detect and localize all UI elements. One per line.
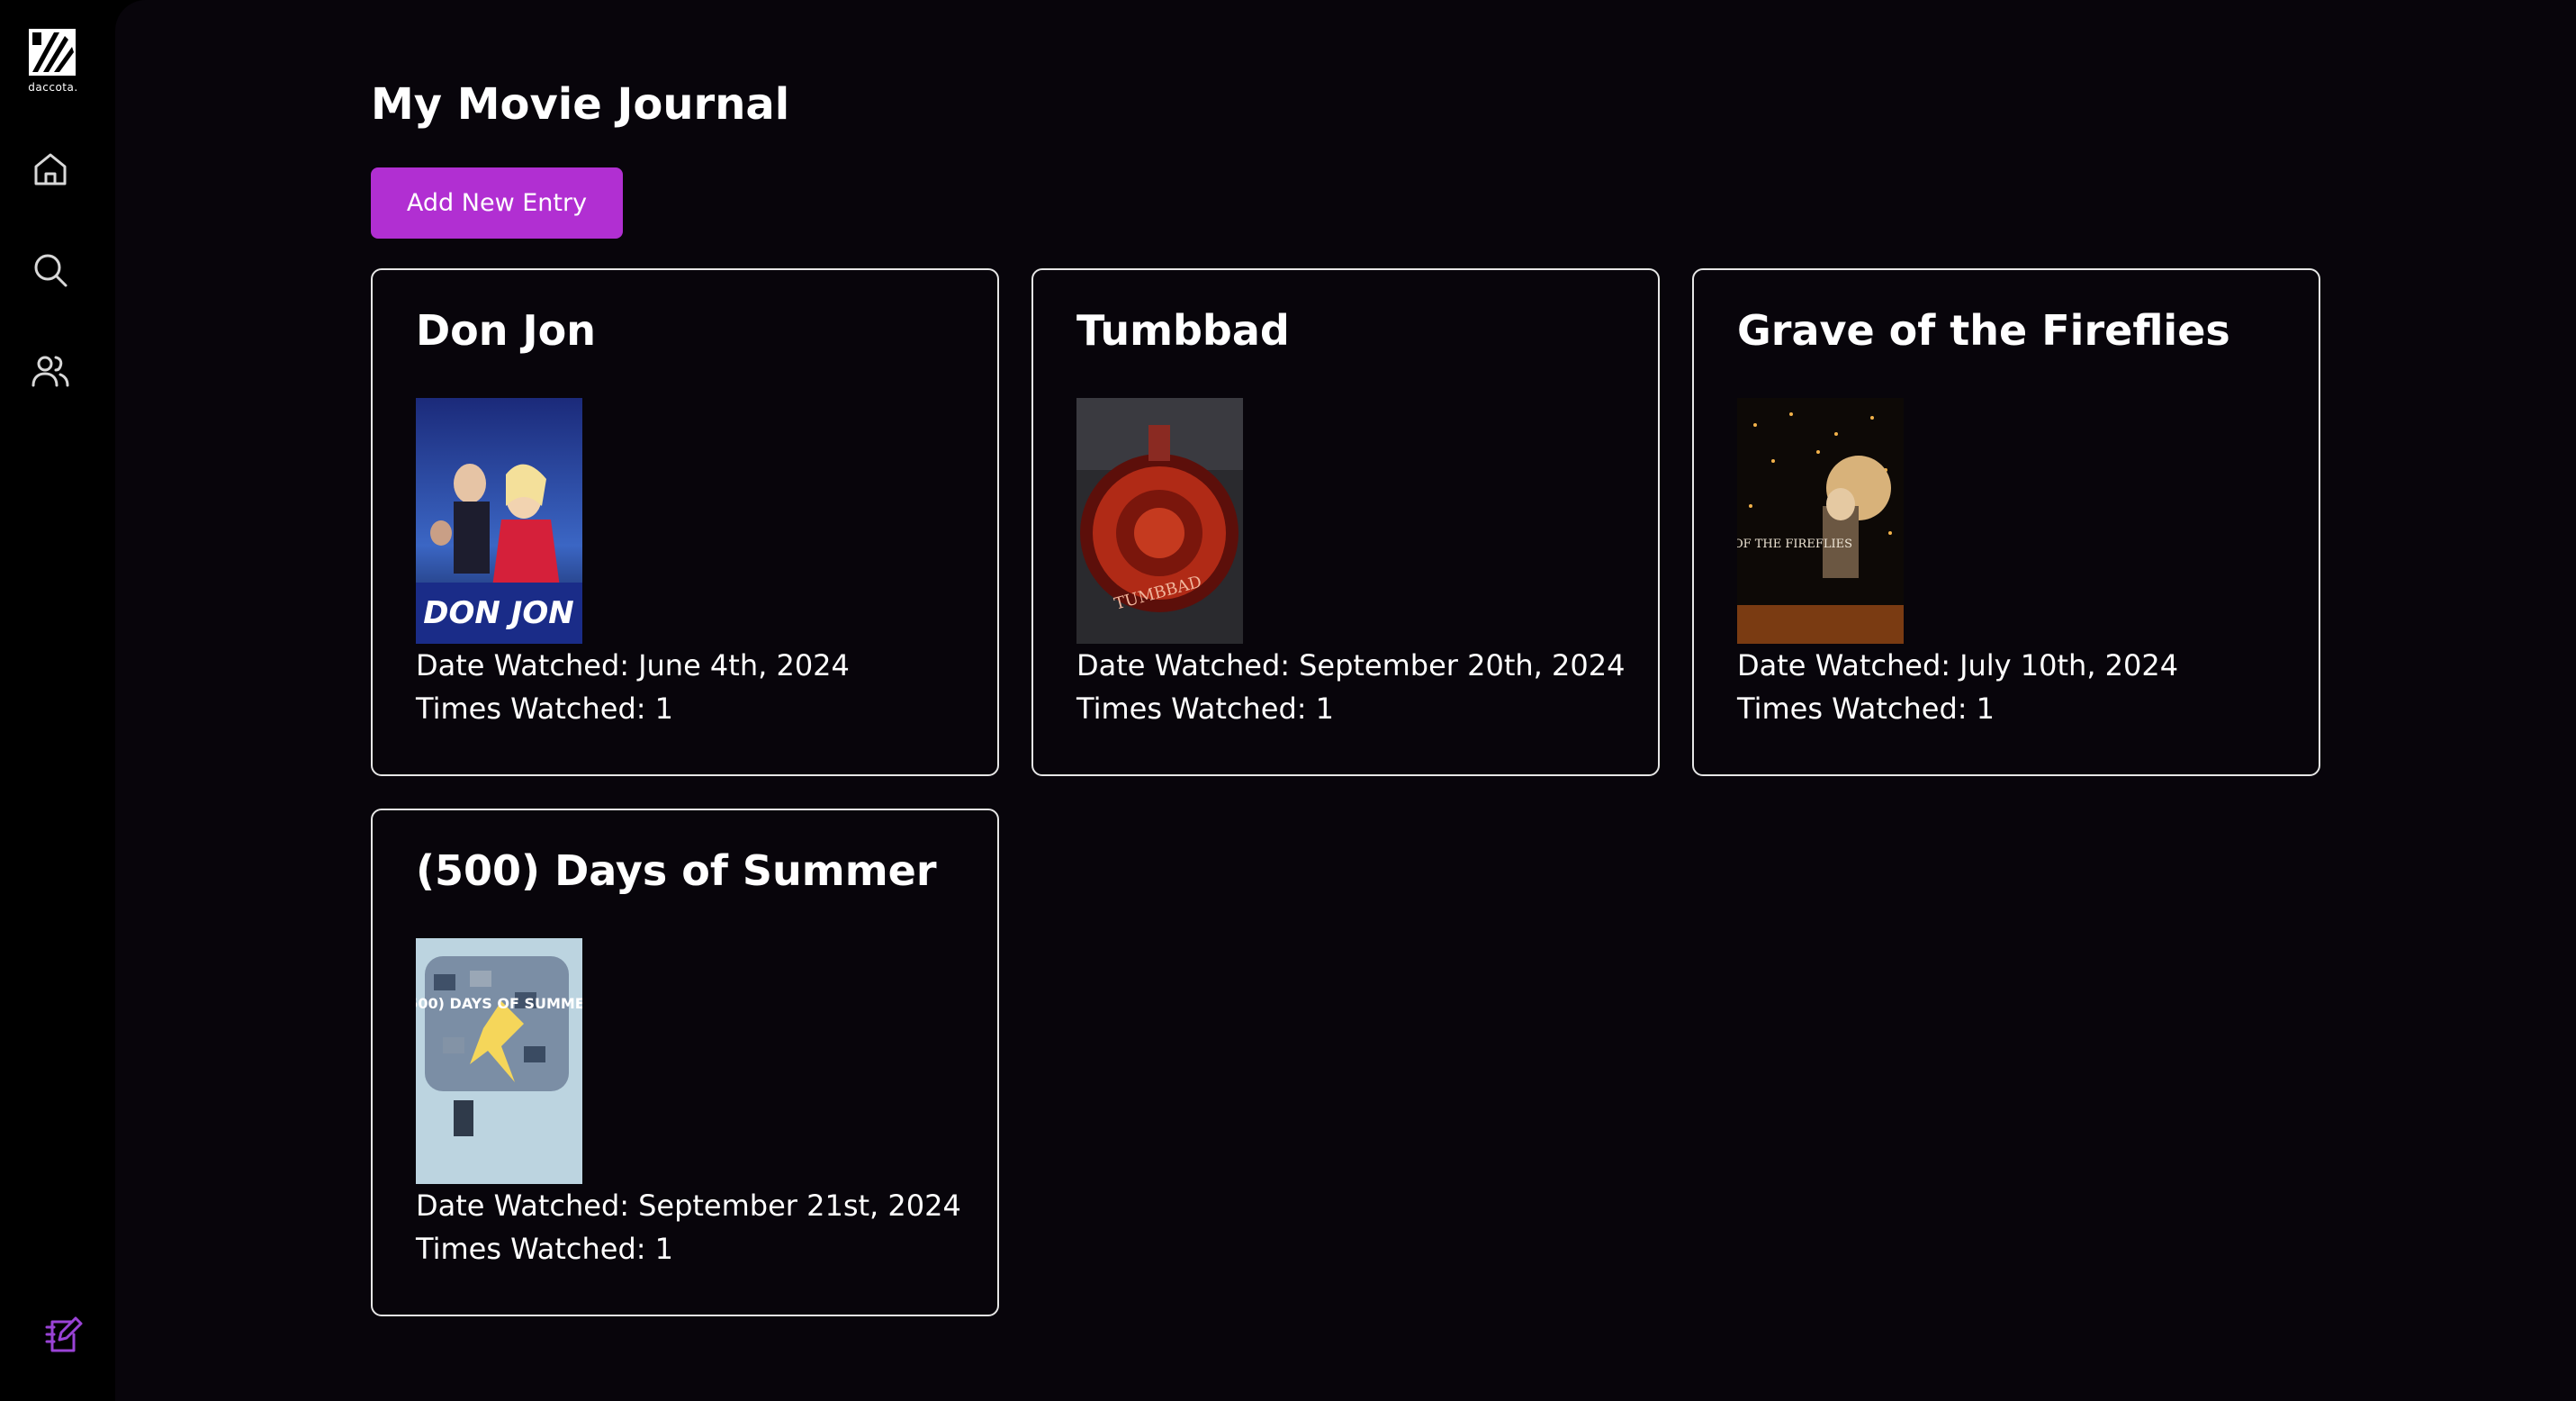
date-watched: Date Watched: September 20th, 2024 (1076, 648, 1625, 682)
sidebar: daccota. (0, 0, 115, 1401)
poster-text: DON JON (423, 595, 573, 631)
times-watched-label: Times Watched: (416, 691, 646, 726)
journal-card[interactable]: Grave of the Fireflies GRAVE OF THE FIRE… (1692, 268, 2320, 776)
times-watched-value: 1 (654, 691, 673, 726)
movie-title: Tumbbad (1076, 306, 1290, 355)
movie-poster[interactable]: GRAVE OF THE FIREFLIES (1737, 398, 1904, 644)
movie-title: Don Jon (416, 306, 597, 355)
brand-logo[interactable]: daccota. (27, 27, 79, 97)
nav-home[interactable] (25, 144, 76, 194)
date-watched-value: September 21st, 2024 (638, 1189, 961, 1223)
movie-poster[interactable]: TUMBBAD (1076, 398, 1243, 644)
date-watched-label: Date Watched: (1737, 648, 1951, 682)
brand-name: daccota. (28, 81, 78, 94)
date-watched-value: September 20th, 2024 (1299, 648, 1626, 682)
times-watched-label: Times Watched: (416, 1232, 646, 1266)
movie-poster[interactable]: (500) DAYS OF SUMMER (416, 938, 582, 1184)
poster-text: GRAVE OF THE FIREFLIES (1737, 538, 1852, 551)
nav-users[interactable] (25, 346, 76, 396)
times-watched-label: Times Watched: (1737, 691, 1968, 726)
movie-title: Grave of the Fireflies (1737, 306, 2230, 355)
add-new-entry-button[interactable]: Add New Entry (371, 167, 623, 239)
times-watched-value: 1 (1315, 691, 1334, 726)
times-watched: Times Watched: 1 (1076, 691, 1334, 726)
date-watched-label: Date Watched: (416, 648, 630, 682)
times-watched-value: 1 (1976, 691, 1995, 726)
date-watched-value: June 4th, 2024 (638, 648, 850, 682)
home-icon (34, 153, 67, 185)
journal-card[interactable]: Tumbbad TUMBBAD Date Watched: September 2… (1031, 268, 1660, 776)
times-watched: Times Watched: 1 (416, 1232, 673, 1266)
date-watched: Date Watched: July 10th, 2024 (1737, 648, 2178, 682)
main-content: My Movie Journal Add New Entry Don Jon D… (115, 0, 2576, 1401)
times-watched-value: 1 (654, 1232, 673, 1266)
film-clapper-logo-icon (29, 29, 76, 76)
nav-journal[interactable] (38, 1309, 88, 1360)
date-watched: Date Watched: June 4th, 2024 (416, 648, 850, 682)
date-watched: Date Watched: September 21st, 2024 (416, 1189, 961, 1223)
journal-edit-icon (45, 1316, 83, 1352)
journal-card[interactable]: (500) Days of Summer (500) DAYS OF SUMME… (371, 809, 999, 1316)
users-icon (32, 356, 69, 387)
times-watched: Times Watched: 1 (416, 691, 673, 726)
poster-text: (500) DAYS OF SUMMER (416, 995, 582, 1012)
date-watched-value: July 10th, 2024 (1959, 648, 2179, 682)
date-watched-label: Date Watched: (1076, 648, 1291, 682)
date-watched-label: Date Watched: (416, 1189, 630, 1223)
journal-card[interactable]: Don Jon DON JON Date Watched: June 4th, … (371, 268, 999, 776)
movie-poster[interactable]: DON JON (416, 398, 582, 644)
search-icon (34, 254, 68, 287)
times-watched-label: Times Watched: (1076, 691, 1307, 726)
times-watched: Times Watched: 1 (1737, 691, 1995, 726)
nav-search[interactable] (25, 245, 76, 295)
page-title: My Movie Journal (371, 79, 790, 130)
movie-title: (500) Days of Summer (416, 846, 937, 895)
